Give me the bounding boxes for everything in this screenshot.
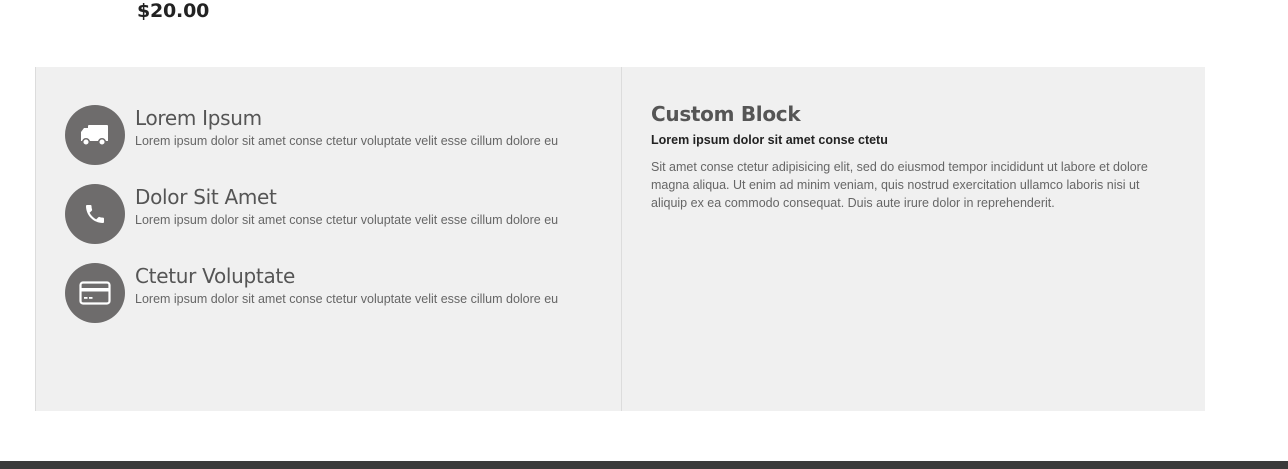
feature-text: Lorem ipsum dolor sit amet conse ctetur … xyxy=(135,213,559,227)
feature-item-shipping: Lorem Ipsum Lorem ipsum dolor sit amet c… xyxy=(65,105,625,167)
feature-item-phone: Dolor Sit Amet Lorem ipsum dolor sit ame… xyxy=(65,184,625,246)
custom-block-body: Sit amet conse ctetur adipisicing elit, … xyxy=(651,160,1148,210)
footer-bar xyxy=(0,461,1288,469)
info-panel: Lorem Ipsum Lorem ipsum dolor sit amet c… xyxy=(35,67,1205,411)
custom-block: Custom Block Lorem ipsum dolor sit amet … xyxy=(651,102,1171,212)
product-price: $20.00 xyxy=(137,0,210,22)
feature-title: Ctetur Voluptate xyxy=(135,264,295,288)
custom-block-title: Custom Block xyxy=(651,102,801,126)
feature-title: Lorem Ipsum xyxy=(135,106,262,130)
truck-icon xyxy=(65,105,125,165)
phone-icon xyxy=(65,184,125,244)
feature-text: Lorem ipsum dolor sit amet conse ctetur … xyxy=(135,134,559,148)
feature-text: Lorem ipsum dolor sit amet conse ctetur … xyxy=(135,292,559,306)
credit-card-icon xyxy=(65,263,125,323)
custom-block-subtitle: Lorem ipsum dolor sit amet conse ctetu xyxy=(651,133,888,147)
feature-title: Dolor Sit Amet xyxy=(135,185,277,209)
feature-item-payment: Ctetur Voluptate Lorem ipsum dolor sit a… xyxy=(65,263,625,325)
